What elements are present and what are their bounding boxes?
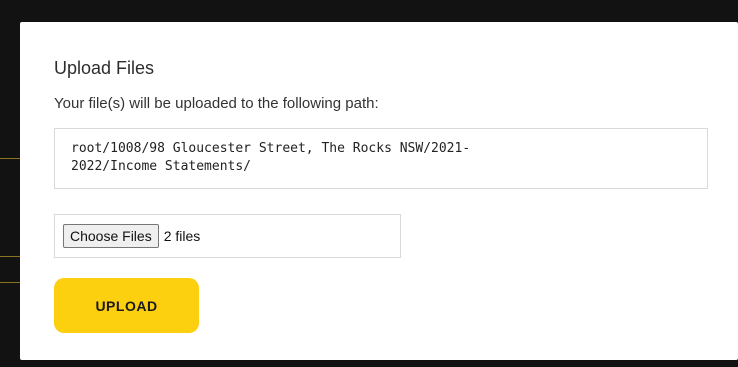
selected-files-count: 2 files — [163, 228, 201, 244]
upload-button[interactable]: UPLOAD — [54, 278, 199, 333]
choose-files-button[interactable]: Choose Files — [63, 224, 159, 248]
modal-title: Upload Files — [54, 58, 155, 78]
file-input[interactable]: Choose Files 2 files — [54, 214, 401, 258]
upload-path-field: root/1008/98 Gloucester Street, The Rock… — [54, 128, 708, 189]
upload-files-modal: Upload Files Your file(s) will be upload… — [20, 22, 738, 360]
upload-path-label: Your file(s) will be uploaded to the fol… — [54, 95, 379, 112]
